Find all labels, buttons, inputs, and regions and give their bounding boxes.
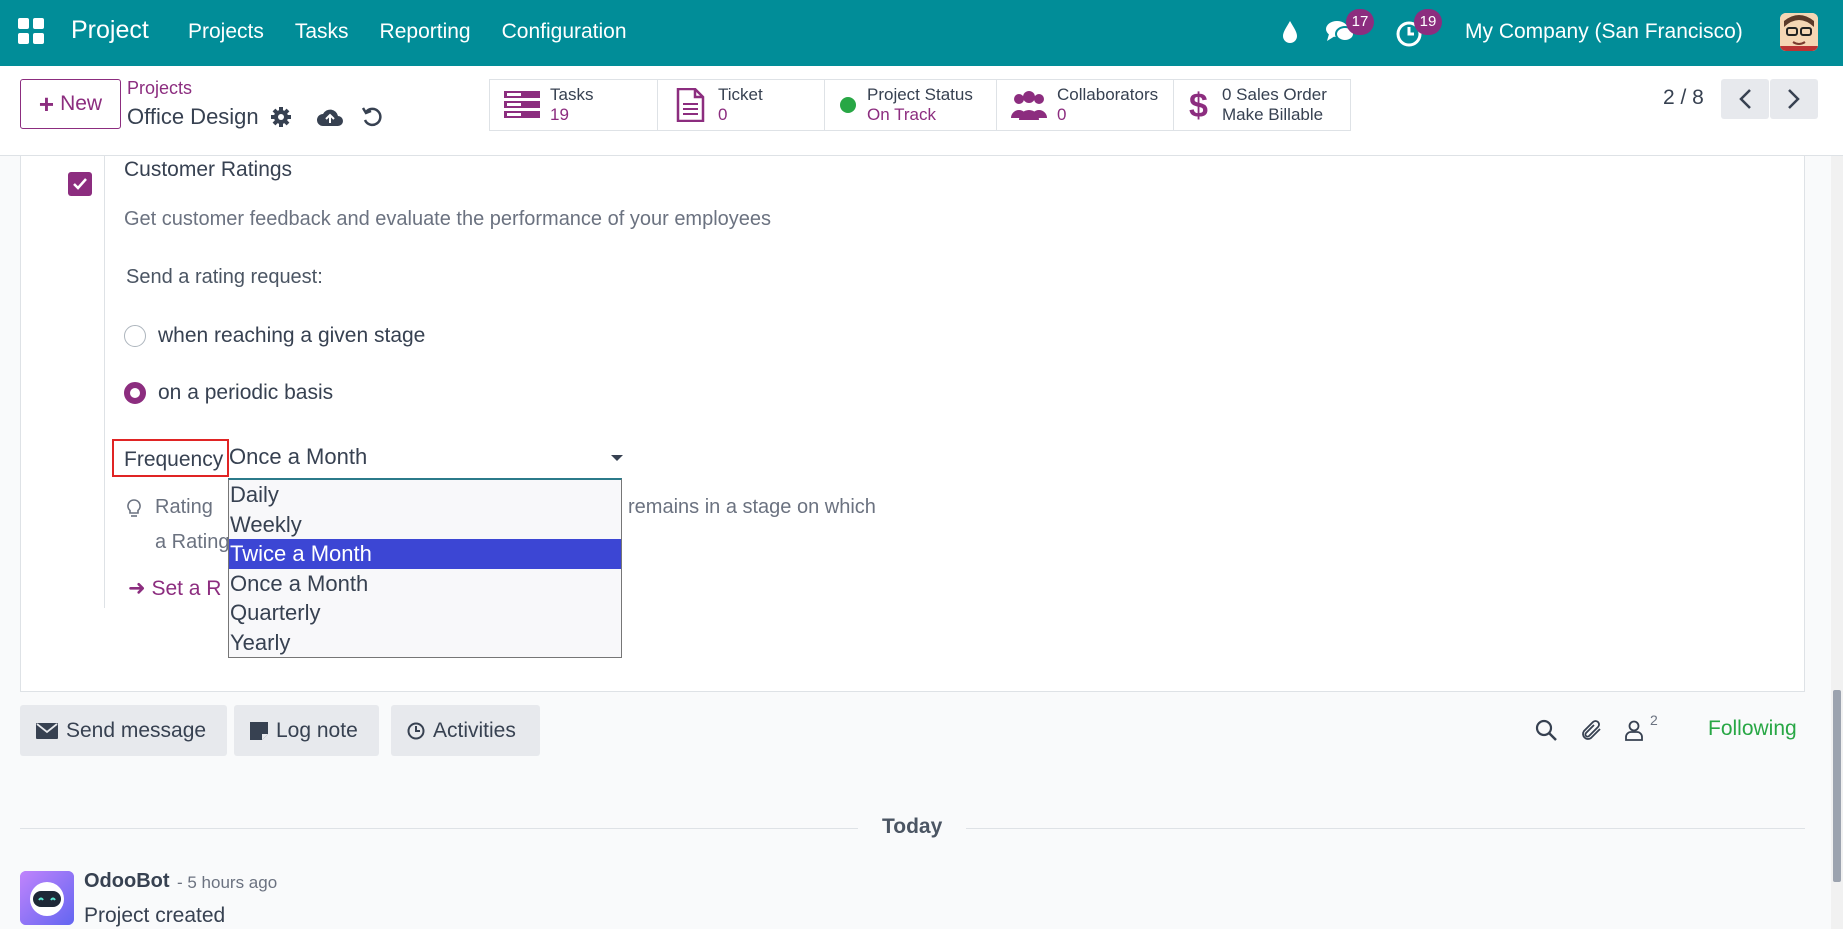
dollar-icon: $ [1188,87,1212,123]
customer-ratings-checkbox[interactable] [68,172,92,196]
breadcrumb-projects[interactable]: Projects [127,78,192,99]
stat-tasks-label: Tasks [550,85,594,104]
date-separator-line [20,828,858,829]
stat-status-value: On Track [867,105,936,124]
followers-icon[interactable] [1622,718,1646,742]
svg-text:$: $ [1189,87,1208,123]
stat-sales-order[interactable]: $ 0 Sales Order Make Billable [1174,80,1350,130]
setting-divider [104,156,105,608]
date-separator-line [966,828,1805,829]
plus-icon: + [38,89,55,119]
menu-configuration[interactable]: Configuration [502,20,627,44]
smart-buttons: Tasks 19 Ticket 0 Project Status On Trac… [489,79,1351,131]
scrollbar-thumb[interactable] [1833,690,1841,882]
stat-collaborators-label: Collaborators [1057,85,1159,104]
stat-collaborators[interactable]: Collaborators 0 [997,80,1174,130]
note-icon [250,721,268,740]
rating-request-label: Send a rating request: [126,266,323,288]
menu-reporting[interactable]: Reporting [380,20,471,44]
send-message-label: Send message [66,718,207,742]
log-note-label: Log note [276,718,358,742]
document-icon [672,88,708,122]
chat-badge: 17 [1346,9,1374,35]
stat-collaborators-value: 0 [1057,105,1067,124]
tasks-icon [504,89,540,121]
apps-menu-icon[interactable] [18,18,44,44]
message-time: - 5 hours ago [177,873,278,892]
radio-periodic-label[interactable]: on a periodic basis [158,381,333,405]
stat-project-status[interactable]: Project Status On Track [825,80,997,130]
lightbulb-icon [127,499,141,517]
stat-sales-value: Make Billable [1222,105,1324,124]
set-rating-link-label: Set a R [151,577,222,600]
pager-value[interactable]: 2 / 8 [1663,86,1704,110]
chevron-right-icon [1788,89,1800,109]
pager-previous-button[interactable] [1721,79,1769,119]
clock-icon [407,722,425,739]
stat-ticket-value: 0 [718,105,728,124]
stat-ticket-label: Ticket [718,85,763,104]
control-panel: + New Projects Office Design Tasks 19 Ti… [0,66,1843,156]
setting-title: Customer Ratings [124,158,293,181]
hint-text-line2: a Rating [155,531,230,553]
paperclip-icon[interactable] [1580,718,1604,742]
option-quarterly[interactable]: Quarterly [229,598,621,628]
message-body: Project created [84,904,226,927]
frequency-label: Frequency [112,439,229,477]
arrow-right-icon: ➜ [128,577,152,600]
frequency-select[interactable]: Once a Month [229,444,625,474]
top-navbar: Project Projects Tasks Reporting Configu… [0,0,1843,66]
option-yearly[interactable]: Yearly [229,628,621,658]
cloud-upload-icon[interactable] [316,106,344,128]
frequency-dropdown: Daily Weekly Twice a Month Once a Month … [228,478,622,658]
date-separator: Today [882,815,943,838]
activities-label: Activities [433,718,516,742]
menu-projects[interactable]: Projects [188,20,264,44]
setting-description: Get customer feedback and evaluate the p… [124,208,772,230]
status-dot-icon [839,89,857,121]
discard-icon[interactable] [361,106,383,128]
option-once-a-month[interactable]: Once a Month [229,569,621,599]
new-button-label: New [60,92,103,115]
user-avatar[interactable] [1780,13,1818,51]
log-note-button[interactable]: Log note [234,705,379,756]
option-daily[interactable]: Daily [229,480,621,510]
radio-periodic[interactable] [124,382,146,404]
stat-ticket[interactable]: Ticket 0 [658,80,825,130]
main-menu: Projects Tasks Reporting Configuration [188,20,658,44]
activity-badge: 19 [1414,9,1442,35]
send-message-button[interactable]: Send message [20,705,227,756]
pager-next-button[interactable] [1770,79,1818,119]
menu-tasks[interactable]: Tasks [295,20,349,44]
following-button[interactable]: Following [1708,717,1797,741]
search-icon[interactable] [1534,718,1558,742]
envelope-icon [36,722,58,739]
odoobot-avatar[interactable] [20,871,74,925]
option-weekly[interactable]: Weekly [229,510,621,540]
hint-text-start: Rating [155,496,213,518]
stat-tasks[interactable]: Tasks 19 [490,80,658,130]
follower-count: 2 [1650,712,1658,728]
water-drop-icon[interactable] [1280,20,1300,44]
caret-down-icon[interactable] [611,455,623,461]
chevron-left-icon [1739,89,1751,109]
check-icon [73,178,87,190]
radio-stage-label[interactable]: when reaching a given stage [158,324,425,348]
message-author[interactable]: OdooBot [84,870,170,893]
new-button[interactable]: + New [20,79,121,129]
app-brand[interactable]: Project [71,16,149,45]
users-icon [1011,89,1047,121]
stat-sales-label: 0 Sales Order [1222,85,1327,104]
radio-stage[interactable] [124,325,146,347]
hint-text-end: remains in a stage on which [628,496,876,518]
stat-status-label: Project Status [867,85,973,104]
set-rating-link[interactable]: ➜ Set a R [128,576,221,601]
gear-icon[interactable] [270,106,292,128]
option-twice-a-month[interactable]: Twice a Month [229,539,621,569]
activities-button[interactable]: Activities [391,705,540,756]
company-switcher[interactable]: My Company (San Francisco) [1465,20,1743,44]
breadcrumb-current: Office Design [127,104,259,129]
stat-tasks-value: 19 [550,105,569,124]
